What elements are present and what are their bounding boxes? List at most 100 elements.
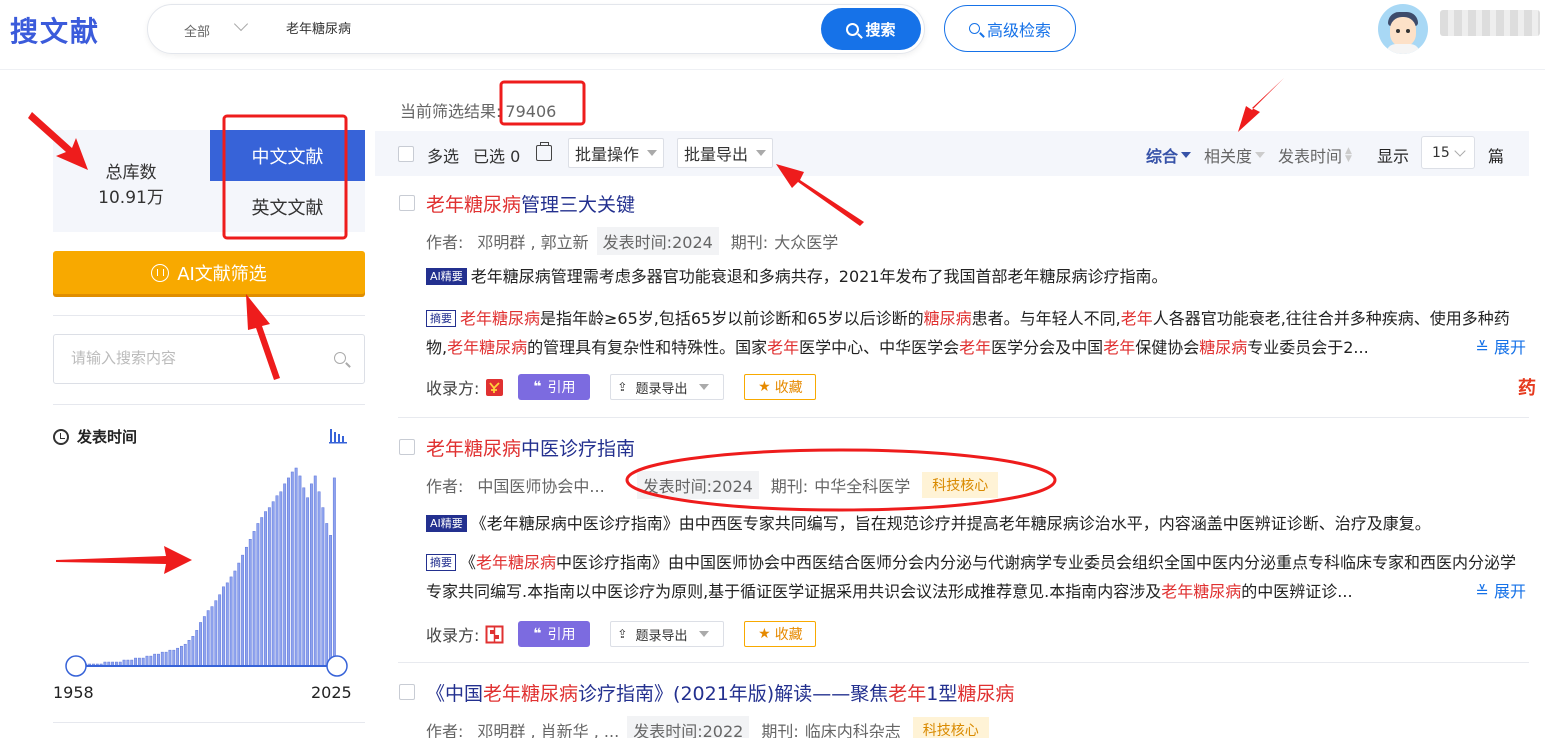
- authors[interactable]: 中国医师协会中...: [477, 473, 604, 497]
- histogram-bar[interactable]: [248, 539, 252, 667]
- cite-button[interactable]: ❝ 引用: [518, 374, 591, 400]
- histogram-bar[interactable]: [206, 610, 210, 667]
- histogram-bar[interactable]: [256, 523, 260, 667]
- histogram-bar[interactable]: [283, 483, 287, 667]
- histogram-bar[interactable]: [252, 531, 256, 667]
- histogram-bar[interactable]: [183, 643, 187, 667]
- journal-name[interactable]: 临床内科杂志: [805, 718, 901, 738]
- expand-link[interactable]: ≚ 展开: [1469, 577, 1526, 606]
- histogram-bar[interactable]: [202, 616, 206, 667]
- favorite-button[interactable]: ★ 收藏: [744, 621, 817, 647]
- histogram-bar[interactable]: [229, 576, 233, 667]
- histogram-bar[interactable]: [302, 487, 306, 667]
- histogram-bar[interactable]: [172, 649, 176, 667]
- histogram-bar[interactable]: [218, 594, 222, 667]
- user-avatar[interactable]: [1378, 4, 1428, 54]
- batch-export-dropdown[interactable]: 批量导出: [677, 138, 774, 168]
- histogram-bar[interactable]: [179, 645, 183, 667]
- histogram-bar[interactable]: [134, 657, 137, 667]
- histogram-bar[interactable]: [275, 495, 279, 667]
- histogram-bar[interactable]: [237, 562, 241, 667]
- histogram-bar[interactable]: [317, 491, 321, 667]
- chevron-down-icon[interactable]: [233, 16, 249, 32]
- search-button[interactable]: 搜索: [821, 8, 921, 50]
- page-size-select[interactable]: 15: [1421, 136, 1475, 169]
- histogram-bar[interactable]: [264, 511, 267, 667]
- result-title[interactable]: 老年糖尿病中医诊疗指南: [426, 434, 635, 461]
- histogram-bar[interactable]: [137, 657, 141, 667]
- expand-link[interactable]: ≚ 展开: [1469, 333, 1526, 362]
- histogram-bar[interactable]: [164, 651, 168, 667]
- histogram-bar[interactable]: [287, 477, 290, 667]
- histogram-bar[interactable]: [279, 491, 283, 667]
- histogram-bar[interactable]: [321, 507, 325, 667]
- histogram-bar[interactable]: [187, 640, 191, 667]
- histogram-bar[interactable]: [325, 523, 329, 667]
- title-export-dropdown[interactable]: ⇪ 题录导出: [610, 374, 725, 400]
- histogram-bar[interactable]: [298, 475, 302, 667]
- left-search-input[interactable]: [71, 349, 321, 367]
- sort-default[interactable]: 综合: [1146, 143, 1192, 167]
- journal-name[interactable]: 大众医学: [774, 229, 838, 253]
- histogram-bar[interactable]: [191, 636, 195, 667]
- result-checkbox[interactable]: [399, 439, 415, 455]
- histogram-bar[interactable]: [141, 657, 145, 667]
- histogram-bar[interactable]: [149, 655, 153, 667]
- side-promo-badge[interactable]: 药: [1518, 374, 1545, 402]
- histogram-bar[interactable]: [160, 651, 164, 667]
- cite-button[interactable]: ❝ 引用: [518, 621, 591, 647]
- search-scope-select[interactable]: 全部: [184, 21, 210, 40]
- select-all-checkbox[interactable]: [398, 146, 414, 162]
- search-icon[interactable]: [334, 352, 346, 364]
- histogram-bar[interactable]: [329, 535, 332, 667]
- sort-publish-date[interactable]: 发表时间 ▲ ▼: [1278, 143, 1352, 167]
- histogram-bar[interactable]: [294, 467, 298, 667]
- histogram-bar[interactable]: [168, 649, 172, 667]
- favorite-button[interactable]: ★ 收藏: [744, 374, 817, 400]
- histogram-bar[interactable]: [271, 501, 275, 667]
- histogram-bar[interactable]: [241, 554, 245, 667]
- multi-select-label[interactable]: 多选: [427, 143, 459, 167]
- histogram-bar[interactable]: [210, 606, 214, 667]
- result-checkbox[interactable]: [399, 195, 415, 211]
- ai-filter-button[interactable]: AI文献筛选: [53, 251, 365, 294]
- result-checkbox[interactable]: [399, 684, 415, 700]
- histogram-bar[interactable]: [195, 630, 199, 667]
- histogram-bar[interactable]: [313, 475, 317, 667]
- advanced-search-button[interactable]: 高级检索: [944, 5, 1076, 52]
- user-name-blurred[interactable]: [1440, 10, 1540, 36]
- publication-year-histogram[interactable]: [53, 460, 365, 680]
- title-export-dropdown[interactable]: ⇪ 题录导出: [610, 621, 725, 647]
- source-badge-icon[interactable]: [485, 378, 504, 397]
- histogram-bar[interactable]: [260, 517, 264, 667]
- histogram-bar[interactable]: [306, 497, 310, 667]
- histogram-bar[interactable]: [199, 622, 202, 667]
- range-start-handle[interactable]: [65, 655, 87, 677]
- site-logo[interactable]: 搜文献: [10, 10, 100, 50]
- tab-chinese-literature[interactable]: 中文文献: [210, 130, 365, 181]
- histogram-bar[interactable]: [145, 655, 149, 667]
- histogram-bar[interactable]: [214, 600, 218, 667]
- bar-chart-icon[interactable]: [329, 427, 347, 444]
- authors[interactable]: 邓明群 , 郭立新: [477, 229, 588, 253]
- search-input[interactable]: [286, 20, 806, 35]
- histogram-bar[interactable]: [222, 586, 225, 667]
- histogram-bar[interactable]: [267, 507, 271, 667]
- range-end-handle[interactable]: [326, 655, 348, 677]
- histogram-bar[interactable]: [176, 647, 180, 667]
- sort-relevance[interactable]: 相关度: [1204, 143, 1266, 167]
- journal-name[interactable]: 中华全科医学: [814, 473, 910, 497]
- histogram-bar[interactable]: [290, 471, 294, 667]
- tab-english-literature[interactable]: 英文文献: [210, 181, 365, 232]
- histogram-bar[interactable]: [225, 582, 229, 667]
- histogram-bar[interactable]: [233, 570, 237, 667]
- histogram-bar[interactable]: [244, 546, 248, 667]
- histogram-bar[interactable]: [309, 483, 313, 667]
- result-title[interactable]: 《中国老年糖尿病诊疗指南》(2021年版)解读——聚焦老年1型糖尿病: [426, 679, 1014, 706]
- histogram-bar[interactable]: [332, 477, 336, 667]
- source-badge-icon[interactable]: [485, 625, 504, 644]
- result-title[interactable]: 老年糖尿病管理三大关键: [426, 190, 635, 217]
- histogram-bar[interactable]: [153, 653, 157, 667]
- trash-icon[interactable]: [536, 142, 552, 161]
- authors[interactable]: 邓明群 , 肖新华 , ...: [477, 718, 619, 738]
